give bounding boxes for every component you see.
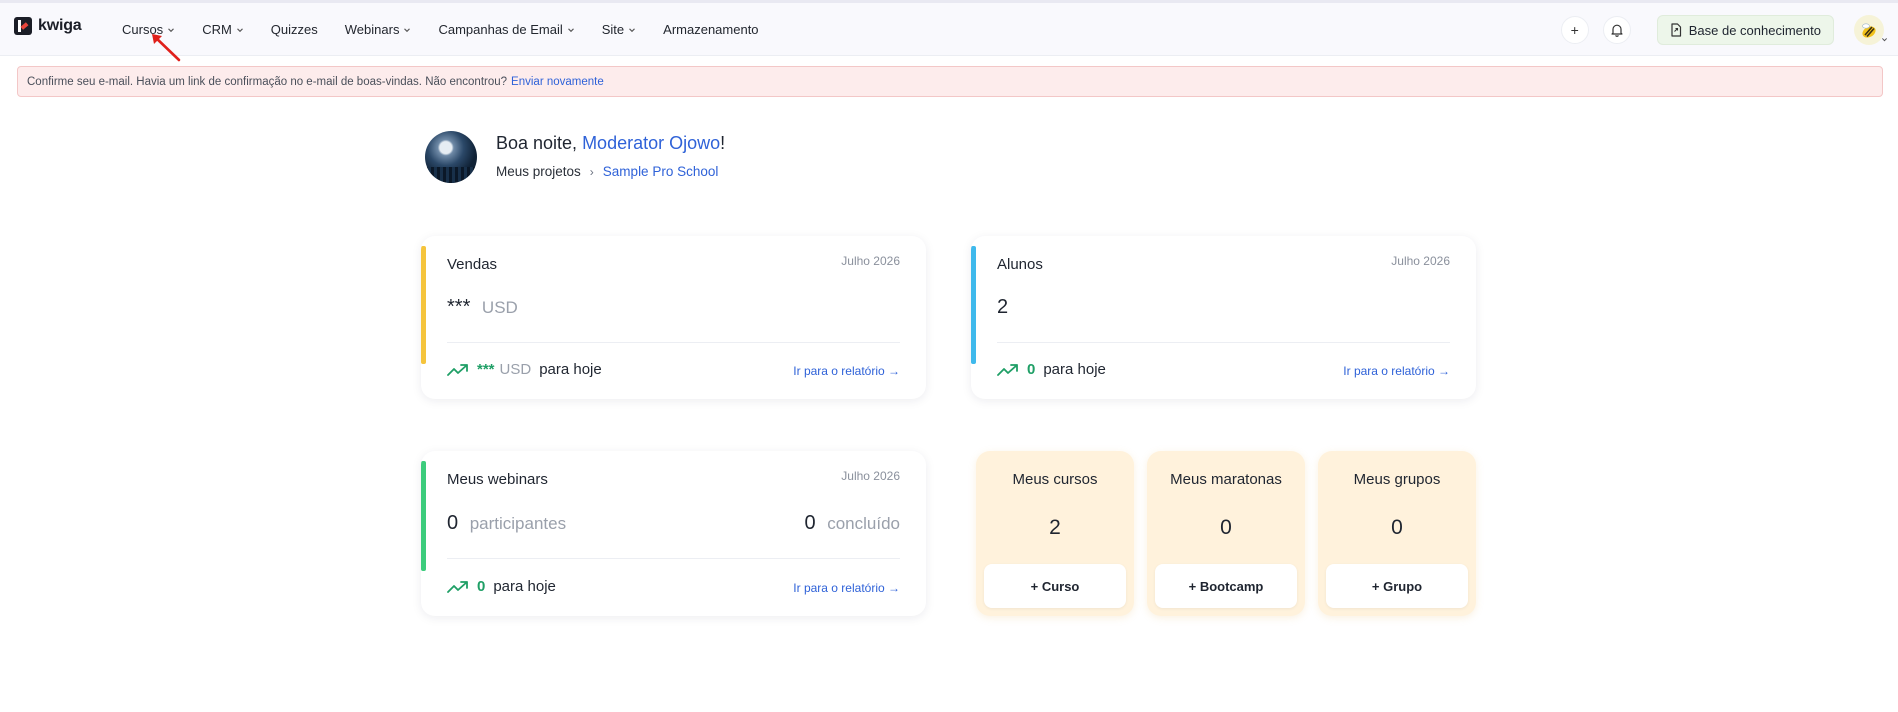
my-courses-tile: Meus cursos 2 + Curso <box>976 451 1134 616</box>
document-link-icon <box>1671 23 1681 37</box>
nav-item-label: Site <box>601 22 625 37</box>
webinars-participants-label: participantes <box>469 514 567 533</box>
sales-amount-value: *** <box>447 296 471 318</box>
webinars-report-link[interactable]: Ir para o relatório → <box>793 581 900 595</box>
user-name-link[interactable]: Moderator Ojowo <box>582 133 720 153</box>
brand-name: kwiga <box>38 17 82 34</box>
sales-card: Vendas Julho 2026 *** USD *** USD para h… <box>421 236 926 399</box>
nav-item-armazenamento[interactable]: Armazenamento <box>663 22 758 37</box>
main-menu: Cursos CRM Quizzes Webinars Campanhas de… <box>122 3 786 56</box>
breadcrumb-my-projects[interactable]: Meus projetos <box>496 164 581 179</box>
sales-date: Julho 2026 <box>841 254 900 268</box>
divider <box>447 342 900 343</box>
add-button[interactable]: + <box>1560 16 1589 44</box>
greeting-prefix: Boa noite, <box>496 133 583 153</box>
nav-item-label: Campanhas de Email <box>438 22 563 37</box>
alert-message: Confirme seu e-mail. Havia um link de co… <box>27 75 508 88</box>
knowledge-base-label: Base de conhecimento <box>1688 22 1821 38</box>
divider <box>447 558 900 559</box>
tile-title: Meus cursos <box>1012 471 1098 488</box>
divider <box>997 342 1450 343</box>
header-actions: + Base de conhecimento <box>1560 15 1888 45</box>
chevron-down-icon <box>236 27 243 32</box>
greeting-title: Boa noite, Moderator Ojowo! <box>496 133 725 154</box>
resend-email-link[interactable]: Enviar novamente <box>511 76 604 88</box>
pointer-arrow-icon <box>152 34 181 62</box>
nav-item-crm[interactable]: CRM <box>202 22 244 37</box>
plus-icon: + <box>1570 22 1579 38</box>
sales-today-amount: *** <box>477 361 495 378</box>
nav-item-label: Quizzes <box>270 22 318 37</box>
nav-item-webinars[interactable]: Webinars <box>345 22 412 37</box>
students-count: 2 <box>997 296 1009 318</box>
add-course-button[interactable]: + Curso <box>984 564 1126 608</box>
trending-up-icon <box>997 363 1018 376</box>
add-bootcamp-button[interactable]: + Bootcamp <box>1155 564 1297 608</box>
my-groups-tile: Meus grupos 0 + Grupo <box>1318 451 1476 616</box>
chevron-down-icon <box>629 27 636 32</box>
sales-today: *** USD para hoje <box>447 361 602 378</box>
project-avatar <box>425 131 477 183</box>
students-today-label: para hoje <box>1043 361 1106 378</box>
tile-count: 0 <box>1220 516 1232 539</box>
webinars-completed-label: concluído <box>827 514 900 533</box>
webinars-today-label: para hoje <box>493 578 556 595</box>
webinars-title: Meus webinars <box>447 471 548 488</box>
bell-icon <box>1611 24 1623 37</box>
webinars-completed-count: 0 <box>804 512 816 534</box>
sales-currency: USD <box>481 298 518 317</box>
webinars-date: Julho 2026 <box>841 469 900 483</box>
greeting-suffix: ! <box>720 133 726 153</box>
my-bootcamps-tile: Meus maratonas 0 + Bootcamp <box>1147 451 1305 616</box>
nav-item-campanhas-de-email[interactable]: Campanhas de Email <box>438 22 574 37</box>
students-card: Alunos Julho 2026 2 0 para hoje Ir para … <box>971 236 1476 399</box>
students-date: Julho 2026 <box>1391 254 1450 268</box>
webinars-completed: 0 concluído <box>805 512 900 535</box>
nav-item-label: Armazenamento <box>663 22 759 37</box>
trending-up-icon <box>447 580 468 593</box>
add-group-button[interactable]: + Grupo <box>1326 564 1468 608</box>
sales-today-currency: USD <box>499 361 532 378</box>
top-navigation-bar: kwiga Cursos CRM Quizzes Webinars Campan… <box>0 0 1898 56</box>
students-report-link[interactable]: Ir para o relatório → <box>1343 364 1450 378</box>
students-today: 0 para hoje <box>997 361 1106 378</box>
email-confirmation-alert: Confirme seu e-mail. Havia um link de co… <box>17 66 1883 97</box>
breadcrumb: Meus projetos › Sample Pro School <box>496 164 718 179</box>
webinars-accent-bar <box>421 461 426 571</box>
nav-item-quizzes[interactable]: Quizzes <box>271 22 318 37</box>
kwiga-logo[interactable]: kwiga <box>14 17 82 35</box>
kwiga-logo-icon <box>14 17 32 35</box>
chevron-down-icon <box>567 27 574 32</box>
webinars-card: Meus webinars Julho 2026 0 participantes… <box>421 451 926 616</box>
webinars-today-count: 0 <box>477 578 486 595</box>
webinars-participants-count: 0 <box>447 512 459 534</box>
sales-today-label: para hoje <box>539 361 602 378</box>
breadcrumb-project[interactable]: Sample Pro School <box>603 164 719 179</box>
sales-report-link[interactable]: Ir para o relatório → <box>793 364 900 378</box>
tile-title: Meus maratonas <box>1170 471 1282 488</box>
webinars-today: 0 para hoje <box>447 578 556 595</box>
chevron-down-icon <box>1881 38 1888 42</box>
trending-up-icon <box>447 363 468 376</box>
chevron-down-icon <box>404 27 411 32</box>
user-avatar-menu[interactable] <box>1854 15 1888 45</box>
sales-title: Vendas <box>447 256 498 273</box>
tile-count: 2 <box>1049 516 1061 539</box>
students-accent-bar <box>971 246 976 364</box>
webinars-participants: 0 participantes <box>447 512 566 535</box>
tile-count: 0 <box>1391 516 1403 539</box>
chevron-right-icon: › <box>589 164 594 179</box>
nav-item-label: Webinars <box>344 22 400 37</box>
bee-avatar-icon <box>1862 23 1876 38</box>
nav-item-site[interactable]: Site <box>602 22 636 37</box>
students-title: Alunos <box>997 256 1043 273</box>
tile-title: Meus grupos <box>1353 471 1441 488</box>
students-today-count: 0 <box>1027 361 1036 378</box>
knowledge-base-button[interactable]: Base de conhecimento <box>1656 15 1834 45</box>
notifications-button[interactable] <box>1602 16 1631 44</box>
nav-item-label: CRM <box>202 22 232 37</box>
sales-accent-bar <box>421 246 426 364</box>
sales-amount: *** USD <box>447 296 518 319</box>
